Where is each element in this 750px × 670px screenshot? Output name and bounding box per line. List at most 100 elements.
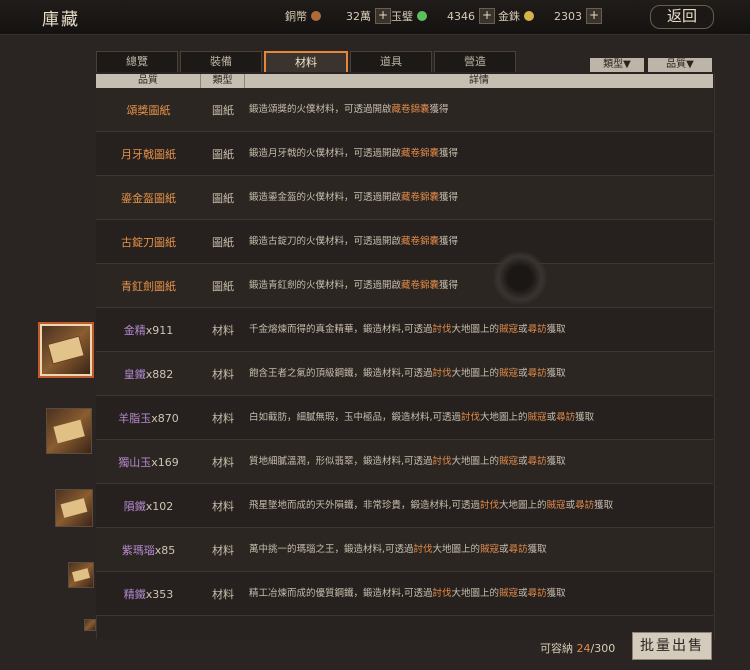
table-row[interactable]: 獨山玉x169 材料 質地細膩溫潤，形似翡翠，鍛造材料,可透過討伐大地圖上的賊寇或尋… (96, 440, 713, 484)
table-row[interactable]: 頌獎圖紙 圖紙 鍛造頌獎的火僕材料，可透過開啟藏卷錦囊獲得 (96, 88, 713, 132)
item-description: 千金熔煉而得的真金精華，鍛造材料,可透過討伐大地圖上的賊寇或尋訪獲取 (245, 322, 709, 337)
item-type: 材料 (212, 411, 234, 425)
description-text: 鍛造青釭劍的火僕材料，可透過開啟 (249, 280, 402, 291)
description-highlight: 討伐 (413, 544, 433, 555)
description-highlight: 尋訪 (575, 500, 595, 511)
item-name-text: 古錠刀圖紙 (121, 235, 176, 249)
description-highlight: 尋訪 (527, 324, 547, 335)
type-filter-dropdown[interactable]: 類型▼ (590, 58, 644, 72)
scroll-item-thumbnail[interactable] (40, 324, 92, 376)
item-table: 頌獎圖紙 圖紙 鍛造頌獎的火僕材料，可透過開啟藏卷錦囊獲得 月牙戟圖紙 圖紙 鍛造月牙戟的… (96, 88, 713, 616)
item-name: 鎏金盔圖紙 (96, 190, 201, 206)
item-type: 材料 (212, 455, 234, 469)
description-highlight: 討伐 (432, 456, 452, 467)
description-text: 大地圖上的 (451, 324, 500, 335)
currency-copper: 銅幣 32萬 + (285, 8, 391, 24)
currency-value: 4346 (447, 9, 475, 23)
item-type: 圖紙 (212, 147, 234, 161)
scroll-item-thumbnail[interactable] (55, 489, 93, 527)
jade-icon (417, 11, 427, 21)
add-gold-button[interactable]: + (586, 8, 602, 24)
item-name-text: 紫瑪瑙 (121, 543, 155, 557)
currency-label: 金銖 (498, 10, 520, 23)
currency-label: 銅幣 (285, 10, 307, 23)
description-text: 萬中挑一的瑪瑙之王，鍛造材料,可透過 (249, 544, 414, 555)
table-row[interactable]: 青釭劍圖紙 圖紙 鍛造青釭劍的火僕材料，可透過開啟藏卷錦囊獲得 (96, 264, 713, 308)
description-text: 獲取 (546, 368, 566, 379)
description-text: 白如截肪，細膩無瑕，玉中極品，鍛造材料,可透過 (249, 412, 462, 423)
item-name-text: 皇鐵 (123, 367, 146, 381)
item-description: 飛星墜地而成的天外隕鐵，非常珍貴，鍛造材料,可透過討伐大地圖上的賊寇或尋訪獲取 (245, 498, 709, 513)
loading-spinner-icon (492, 250, 548, 306)
description-text: 獲取 (527, 544, 547, 555)
description-highlight: 賊寇 (499, 456, 519, 467)
description-text: 獲取 (594, 500, 614, 511)
item-quantity: x882 (145, 367, 174, 381)
currency-label: 玉璧 (391, 10, 413, 23)
item-name: 金精x911 (96, 322, 201, 338)
currency-jade: 玉璧 4346 + (391, 8, 495, 24)
description-text: 獲取 (546, 588, 566, 599)
description-text: 或 (518, 368, 528, 379)
description-text: 鍛造月牙戟的火僕材料，可透過開啟 (249, 148, 402, 159)
description-text: 大地圖上的 (451, 368, 500, 379)
tab-materials[interactable]: 材料 (264, 51, 348, 72)
table-row[interactable]: 月牙戟圖紙 圖紙 鍛造月牙戟的火僕材料，可透過開啟藏卷錦囊獲得 (96, 132, 713, 176)
tab-equipment[interactable]: 裝備 (180, 51, 262, 72)
table-row[interactable]: 隕鐵x102 材料 飛星墜地而成的天外隕鐵，非常珍貴，鍛造材料,可透過討伐大地圖上的… (96, 484, 713, 528)
quality-filter-dropdown[interactable]: 品質▼ (648, 58, 712, 72)
description-text: 飛星墜地而成的天外隕鐵，非常珍貴，鍛造材料,可透過 (249, 500, 481, 511)
scroll-item-thumbnail[interactable] (84, 619, 96, 631)
scroll-item-thumbnail[interactable] (46, 408, 92, 454)
table-row[interactable]: 紫瑪瑙x85 材料 萬中挑一的瑪瑙之王，鍛造材料,可透過討伐大地圖上的賊寇或尋訪獲取 (96, 528, 713, 572)
add-jade-button[interactable]: + (479, 8, 495, 24)
description-text: 或 (518, 456, 528, 467)
description-highlight: 討伐 (480, 500, 500, 511)
item-name-text: 金精 (123, 323, 146, 337)
currency-value: 32萬 (346, 10, 371, 23)
item-name: 隕鐵x102 (96, 498, 201, 514)
description-highlight: 尋訪 (527, 456, 547, 467)
description-highlight: 賊寇 (499, 588, 519, 599)
table-row[interactable]: 古錠刀圖紙 圖紙 鍛造古錠刀的火僕材料，可透過開啟藏卷錦囊獲得 (96, 220, 713, 264)
item-name-text: 月牙戟圖紙 (121, 147, 176, 161)
back-button[interactable]: 返回 (650, 5, 714, 29)
item-description: 精工冶煉而成的優質鋼鐵，鍛造材料,可透過討伐大地圖上的賊寇或尋訪獲取 (245, 586, 709, 601)
gold-coin-icon (524, 11, 534, 21)
table-row[interactable]: 精鐵x353 材料 精工冶煉而成的優質鋼鐵，鍛造材料,可透過討伐大地圖上的賊寇或尋訪… (96, 572, 713, 616)
description-highlight: 尋訪 (527, 588, 547, 599)
description-highlight: 討伐 (432, 588, 452, 599)
description-text: 大地圖上的 (451, 588, 500, 599)
tab-overview[interactable]: 總覽 (96, 51, 178, 72)
description-highlight: 藏卷錦囊 (401, 192, 440, 203)
currency-value: 2303 (554, 9, 582, 23)
description-text: 大地圖上的 (499, 500, 547, 511)
copper-coin-icon (311, 11, 321, 21)
item-description: 白如截肪，細膩無瑕，玉中極品，鍛造材料,可透過討伐大地圖上的賊寇或尋訪獲取 (245, 410, 709, 425)
item-name: 青釭劍圖紙 (96, 278, 201, 294)
item-quantity: x169 (151, 455, 179, 469)
description-text: 或 (546, 412, 557, 423)
tab-props[interactable]: 道具 (350, 51, 432, 72)
category-tabs: 總覽 裝備 材料 道具 營造 (96, 51, 516, 73)
description-highlight: 討伐 (432, 324, 452, 335)
item-type: 圖紙 (212, 235, 234, 249)
description-text: 大地圖上的 (480, 412, 528, 423)
add-copper-button[interactable]: + (375, 8, 391, 24)
table-row[interactable]: 鎏金盔圖紙 圖紙 鍛造鎏金盔的火僕材料，可透過開啟藏卷錦囊獲得 (96, 176, 713, 220)
tab-construction[interactable]: 營造 (434, 51, 516, 72)
description-text: 大地圖上的 (451, 456, 500, 467)
table-row[interactable]: 皇鐵x882 材料 飽含王者之氣的頂級鋼鐵，鍛造材料,可透過討伐大地圖上的賊寇或尋訪… (96, 352, 713, 396)
item-type: 材料 (212, 543, 234, 557)
capacity-total: /300 (590, 642, 616, 655)
scroll-item-thumbnail[interactable] (68, 562, 94, 588)
item-name: 精鐵x353 (96, 586, 201, 602)
description-highlight: 賊寇 (527, 412, 547, 423)
description-text: 獲得 (439, 192, 459, 203)
bulk-sell-button[interactable]: 批量出售 (632, 632, 712, 660)
item-quantity: x870 (151, 411, 179, 425)
description-highlight: 賊寇 (499, 324, 519, 335)
table-row[interactable]: 金精x911 材料 千金熔煉而得的真金精華，鍛造材料,可透過討伐大地圖上的賊寇或尋訪… (96, 308, 713, 352)
description-text: 鍛造頌獎的火僕材料，可透過開啟 (249, 104, 392, 115)
table-row[interactable]: 羊脂玉x870 材料 白如截肪，細膩無瑕，玉中極品，鍛造材料,可透過討伐大地圖上的賊… (96, 396, 713, 440)
